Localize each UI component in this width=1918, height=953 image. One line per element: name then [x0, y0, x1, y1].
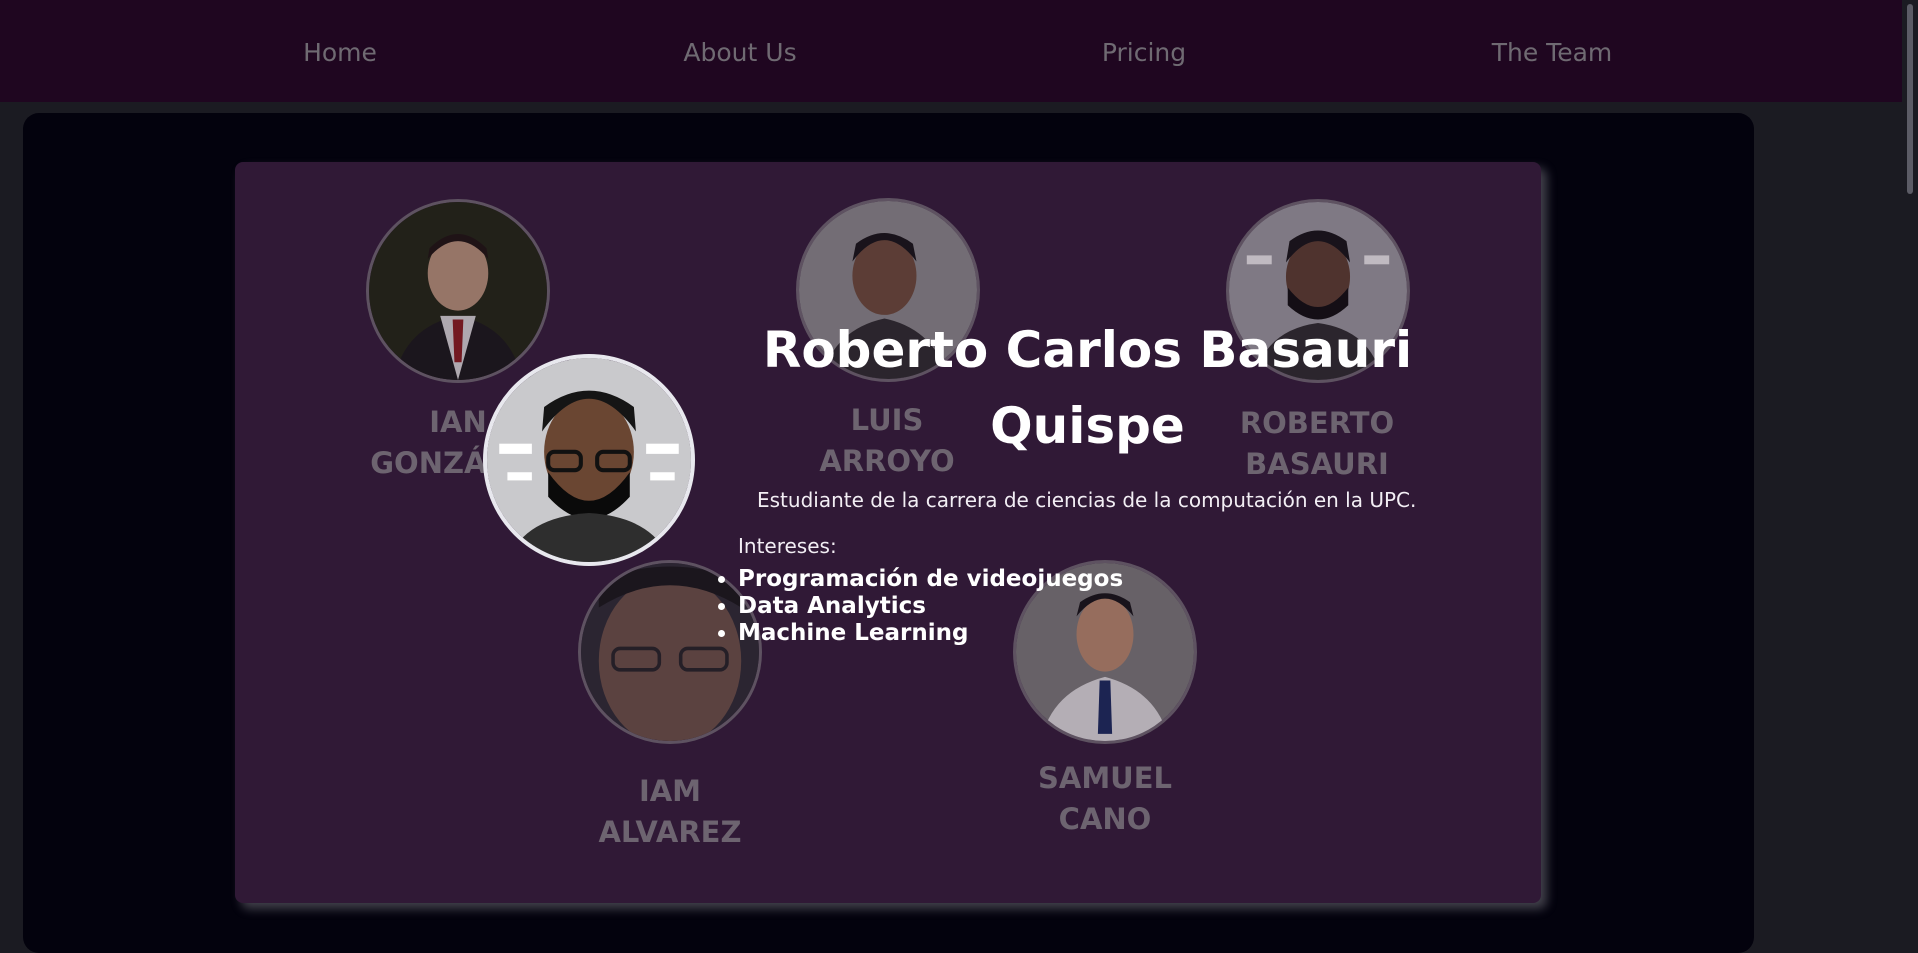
photo-active-roberto-basauri: [487, 358, 691, 562]
member-name-iam-alvarez: IAM ALVAREZ: [560, 771, 780, 853]
avatar-ian-gonzalez[interactable]: [366, 199, 550, 383]
photo-iam-alvarez: [581, 563, 759, 741]
member-name-samuel-cano: SAMUEL CANO: [995, 758, 1215, 840]
interest-item: Machine Learning: [738, 620, 1123, 647]
member-first-name: IAM: [638, 774, 702, 808]
interest-item: Data Analytics: [738, 593, 1123, 620]
member-last-name: ALVAREZ: [598, 815, 742, 849]
member-last-name: CANO: [1058, 802, 1152, 836]
nav-link-about-us[interactable]: About Us: [683, 38, 796, 67]
nav-link-home[interactable]: Home: [303, 38, 377, 67]
navbar: Home About Us Pricing The Team: [0, 0, 1918, 102]
member-first-name: SAMUEL: [1037, 761, 1173, 795]
scrollbar-thumb[interactable]: [1907, 4, 1913, 194]
photo-ian-gonzalez: [369, 202, 547, 380]
nav-link-the-team[interactable]: The Team: [1492, 38, 1613, 67]
avatar-active-roberto-basauri[interactable]: [483, 354, 695, 566]
interests-label: Intereses:: [738, 534, 837, 558]
page-scrollbar[interactable]: [1902, 0, 1918, 935]
nav-link-pricing[interactable]: Pricing: [1102, 38, 1186, 67]
interest-item: Programación de videojuegos: [738, 566, 1123, 593]
interests-list: Programación de videojuegos Data Analyti…: [738, 566, 1123, 647]
member-detail-name: Roberto Carlos Basauri Quispe: [762, 321, 1413, 455]
member-detail-description: Estudiante de la carrera de ciencias de …: [757, 488, 1417, 512]
avatar-iam-alvarez[interactable]: [578, 560, 762, 744]
